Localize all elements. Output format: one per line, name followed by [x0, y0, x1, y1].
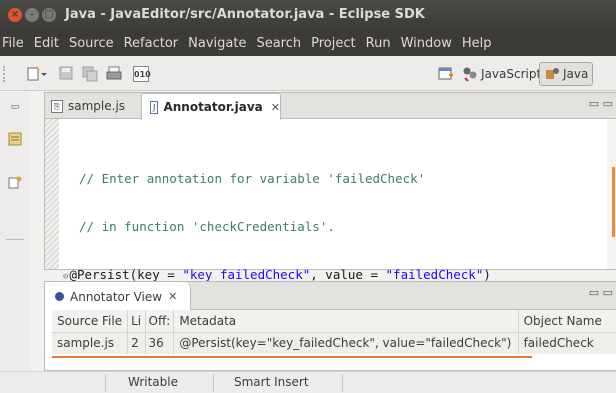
table-row[interactable]: sample.js 2 36 @Persist(key="key_failedC… — [52, 332, 616, 354]
menu-edit[interactable]: Edit — [29, 36, 64, 51]
column-header-object-name[interactable]: Object Name — [518, 310, 616, 333]
perspective-java[interactable]: Java — [539, 62, 594, 86]
close-window-button[interactable]: × — [8, 8, 22, 22]
menu-project[interactable]: Project — [306, 36, 360, 51]
string-literal: "key_failedCheck" — [182, 267, 311, 282]
package-explorer-icon[interactable] — [7, 132, 23, 148]
column-header-metadata[interactable]: Metadata — [173, 310, 519, 333]
window-title: Java - JavaEditor/src/Annotator.java - E… — [65, 7, 425, 22]
cell-offset: 36 — [145, 332, 175, 354]
status-separator — [105, 374, 106, 392]
editor-minmax-buttons[interactable]: ▭ ▭ — [589, 97, 613, 110]
code-text-segment: ) — [483, 267, 491, 282]
annotator-view-panel: Annotator View ✕ ▭ ▭ Source File Li Off:… — [44, 281, 616, 371]
comment-text: // in function 'checkCredentials'. — [79, 219, 335, 234]
tab-label: Annotator.java — [163, 100, 263, 114]
save-all-icon[interactable] — [82, 66, 98, 82]
menu-search[interactable]: Search — [251, 36, 306, 51]
open-perspective-icon[interactable] — [438, 66, 454, 82]
close-view-icon[interactable]: ✕ — [168, 290, 177, 303]
print-icon[interactable] — [106, 66, 122, 82]
status-separator — [213, 374, 214, 392]
tab-annotator-java[interactable]: J Annotator.java ✕ — [141, 93, 281, 120]
save-icon[interactable] — [58, 66, 74, 82]
annotations-table: Source File Li Off: Metadata Object Name… — [52, 310, 616, 354]
status-separator — [342, 374, 343, 392]
status-writable: Writable — [128, 375, 178, 389]
ruler-marker[interactable] — [612, 167, 615, 237]
left-trim-stack: ▭ — [0, 92, 30, 393]
selection-underline — [52, 356, 532, 358]
menu-file[interactable]: File — [0, 36, 29, 51]
menu-source[interactable]: Source — [64, 36, 119, 51]
editor-area: ⎘ sample.js J Annotator.java ✕ ▭ ▭ // En… — [44, 92, 616, 282]
js-file-icon: ⎘ — [51, 99, 63, 113]
status-insert-mode: Smart Insert — [234, 375, 309, 389]
status-bar: Writable Smart Insert — [0, 371, 616, 393]
menu-navigate[interactable]: Navigate — [183, 36, 251, 51]
java-perspective-icon — [544, 66, 560, 82]
trim-divider — [6, 239, 24, 240]
code-area[interactable]: // Enter annotation for variable 'failed… — [45, 119, 616, 282]
column-header-offset[interactable]: Off: — [145, 310, 175, 333]
overview-ruler[interactable] — [607, 119, 616, 269]
annotation-text: @Persist(key = — [69, 267, 183, 282]
editor-tab-bar: ⎘ sample.js J Annotator.java ✕ ▭ ▭ — [45, 93, 616, 120]
view-tab-label: Annotator View — [70, 289, 163, 304]
annotator-view-icon — [55, 292, 64, 301]
code-text-segment: , value = — [310, 267, 386, 282]
comment-text: // Enter annotation for variable 'failed… — [79, 171, 426, 186]
menu-refactor[interactable]: Refactor — [119, 36, 184, 51]
window-titlebar: × – □ Java - JavaEditor/src/Annotator.ja… — [0, 0, 616, 31]
tab-sample-js[interactable]: ⎘ sample.js — [51, 93, 125, 119]
tab-label: sample.js — [68, 99, 126, 113]
toolbar-grip[interactable] — [3, 66, 7, 82]
close-tab-icon[interactable]: ✕ — [271, 101, 280, 114]
column-header-line[interactable]: Li — [127, 310, 146, 333]
cell-source-file: sample.js — [52, 332, 129, 354]
cell-object-name: failedCheck — [518, 332, 616, 354]
cell-metadata: @Persist(key="key_failedCheck", value="f… — [173, 332, 519, 354]
perspective-java-label: Java — [563, 67, 589, 81]
java-file-icon: J — [150, 100, 159, 114]
maximize-window-button[interactable]: □ — [42, 8, 56, 22]
tab-annotator-view[interactable]: Annotator View ✕ — [45, 282, 191, 311]
menu-run[interactable]: Run — [361, 36, 396, 51]
menu-help[interactable]: Help — [457, 36, 497, 51]
perspective-javascript[interactable]: JavaScript — [458, 62, 545, 86]
binary-icon[interactable]: 010 — [133, 66, 151, 82]
string-literal: "failedCheck" — [385, 267, 484, 282]
editor-gutter — [45, 119, 59, 269]
cell-line: 2 — [127, 332, 146, 354]
outline-icon[interactable] — [7, 175, 23, 191]
column-header-source-file[interactable]: Source File — [52, 310, 129, 333]
minimize-window-button[interactable]: – — [25, 8, 39, 22]
view-tab-bar: Annotator View ✕ ▭ ▭ — [45, 282, 616, 311]
javascript-perspective-icon — [462, 66, 478, 82]
code-line-2: // in function 'checkCredentials'. — [63, 219, 491, 235]
main-toolbar: 010 JavaScript Java — [0, 56, 616, 91]
restore-icon[interactable]: ▭ — [6, 102, 24, 118]
view-minmax-buttons[interactable]: ▭ ▭ — [589, 286, 613, 299]
menu-window[interactable]: Window — [396, 36, 457, 51]
new-wizard-icon[interactable] — [26, 66, 48, 82]
code-line-1: // Enter annotation for variable 'failed… — [63, 171, 491, 187]
perspective-javascript-label: JavaScript — [481, 67, 542, 81]
menu-bar: File Edit Source Refactor Navigate Searc… — [0, 31, 616, 56]
